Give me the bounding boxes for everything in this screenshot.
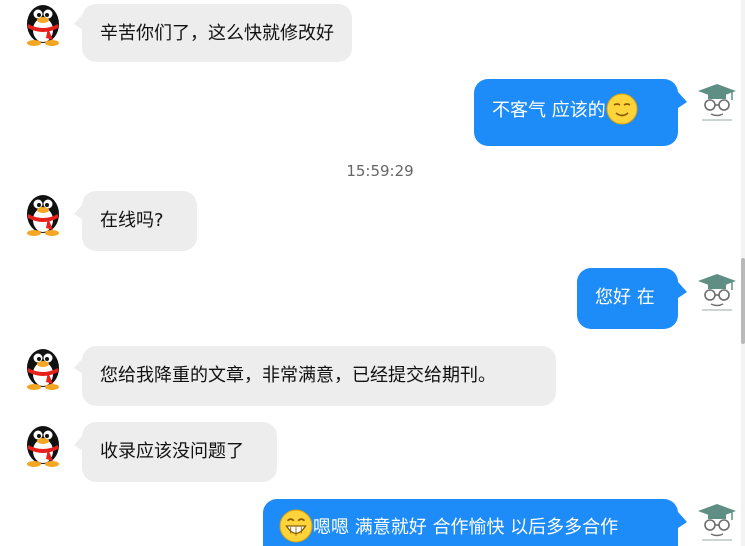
qq-penguin-icon[interactable] [20, 190, 66, 236]
message-timestamp: 15:59:29 [346, 162, 414, 180]
message-text: 收录应该没问题了 [100, 441, 244, 462]
graduate-cap-avatar[interactable] [694, 268, 740, 314]
qq-penguin-icon[interactable] [20, 0, 66, 46]
message-bubble[interactable]: 您好 在 [577, 268, 678, 329]
grin-emoji-icon [279, 509, 313, 543]
bubble-tail [678, 282, 687, 298]
message-bubble[interactable]: 辛苦你们了，这么快就修改好 [82, 4, 352, 62]
message-bubble[interactable]: 嗯嗯 满意就好 合作愉快 以后多多合作 [263, 499, 678, 546]
smile-emoji-icon [606, 93, 638, 125]
message-text: 嗯嗯 满意就好 合作愉快 以后多多合作 [313, 517, 619, 538]
qq-penguin-icon[interactable] [20, 421, 66, 467]
message-text: 不客气 应该的 [492, 100, 606, 121]
message-bubble[interactable]: 在线吗? [82, 191, 197, 251]
message-text: 您给我降重的文章，非常满意，已经提交给期刊。 [100, 365, 496, 386]
graduate-cap-avatar[interactable] [694, 498, 740, 544]
bubble-tail [678, 512, 687, 528]
message-text: 在线吗? [100, 210, 164, 231]
message-bubble[interactable]: 您给我降重的文章，非常满意，已经提交给期刊。 [82, 346, 556, 406]
bubble-tail [678, 92, 687, 108]
chat-history: 辛苦你们了，这么快就修改好 不客气 应该的 15:59:29 在线吗? 您好 在… [0, 0, 745, 546]
graduate-cap-avatar[interactable] [694, 78, 740, 124]
scrollbar-thumb[interactable] [741, 258, 745, 344]
message-text: 您好 在 [595, 287, 655, 308]
qq-penguin-icon[interactable] [20, 344, 66, 390]
message-bubble[interactable]: 收录应该没问题了 [82, 422, 277, 482]
message-text: 辛苦你们了，这么快就修改好 [100, 23, 334, 44]
scrollbar-track[interactable] [741, 0, 745, 546]
message-bubble[interactable]: 不客气 应该的 [474, 79, 678, 146]
